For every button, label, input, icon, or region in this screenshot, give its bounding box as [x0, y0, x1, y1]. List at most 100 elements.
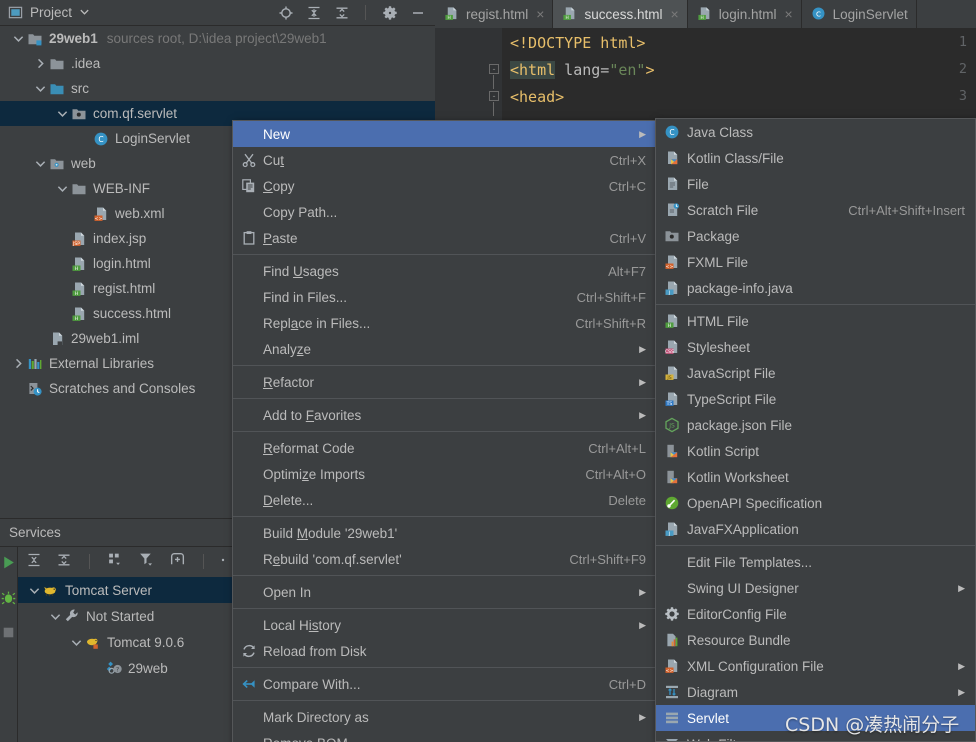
- menu-item-label: Copy: [263, 178, 295, 194]
- stop-icon[interactable]: [0, 624, 17, 644]
- services-tree-row[interactable]: Tomcat Server: [18, 577, 233, 603]
- locate-icon[interactable]: [278, 5, 293, 20]
- add-service-icon[interactable]: [169, 551, 186, 571]
- project-title-group[interactable]: Project: [8, 5, 90, 20]
- context-menu-item[interactable]: Copy Ctrl+C: [233, 173, 656, 199]
- chevron-down-icon[interactable]: [28, 584, 41, 597]
- context-menu-item[interactable]: Compare With... Ctrl+D: [233, 671, 656, 697]
- new-submenu-item[interactable]: <> FXML File: [656, 249, 975, 275]
- collapse-all-icon[interactable]: [334, 5, 349, 20]
- chevron-down-icon[interactable]: [34, 82, 47, 95]
- new-submenu-item[interactable]: Package: [656, 223, 975, 249]
- filter-icon[interactable]: [138, 551, 155, 571]
- context-menu-item[interactable]: Build Module '29web1': [233, 520, 656, 546]
- context-menu-item[interactable]: Cut Ctrl+X: [233, 147, 656, 173]
- project-tree-label: web.xml: [115, 206, 165, 221]
- new-submenu-item[interactable]: JS JavaScript File: [656, 360, 975, 386]
- new-submenu-item[interactable]: H HTML File: [656, 308, 975, 334]
- context-menu-item[interactable]: Delete... Delete: [233, 487, 656, 513]
- run-icon[interactable]: [0, 554, 17, 574]
- new-submenu-item[interactable]: <> XML Configuration File ▶: [656, 653, 975, 679]
- context-menu-item[interactable]: Find Usages Alt+F7: [233, 258, 656, 284]
- chevron-right-icon[interactable]: [34, 57, 47, 70]
- chevron-right-icon[interactable]: [12, 357, 25, 370]
- project-tree-row[interactable]: .idea: [0, 51, 435, 76]
- minimize-icon[interactable]: [410, 5, 425, 20]
- services-tree-row[interactable]: Tomcat 9.0.6: [18, 629, 233, 655]
- context-menu-item[interactable]: Open In ▶: [233, 579, 656, 605]
- chevron-down-icon[interactable]: [34, 157, 47, 170]
- expand-all-icon[interactable]: [306, 5, 321, 20]
- new-submenu-item[interactable]: Kotlin Class/File: [656, 145, 975, 171]
- project-context-menu[interactable]: New ▶ Cut Ctrl+X Copy Ctrl+C Copy Path... Paste…: [232, 120, 657, 742]
- collapse-all-icon[interactable]: [56, 552, 72, 571]
- svg-text:<>: <>: [666, 668, 674, 674]
- java-file-icon: J: [664, 521, 680, 537]
- services-toolbar-divider: [89, 553, 90, 569]
- chevron-down-icon[interactable]: [79, 5, 90, 20]
- context-menu-item[interactable]: Reformat Code Ctrl+Alt+L: [233, 435, 656, 461]
- new-submenu-item[interactable]: JS package.json File: [656, 412, 975, 438]
- context-menu-item[interactable]: Analyze ▶: [233, 336, 656, 362]
- close-icon[interactable]: ×: [671, 6, 679, 22]
- new-submenu-item[interactable]: Jpackage-info.java: [656, 275, 975, 301]
- no-arrow: [56, 232, 69, 245]
- context-menu-item[interactable]: Remove BOM: [233, 730, 656, 742]
- group-by-icon[interactable]: [107, 551, 124, 571]
- services-tree-row[interactable]: Not Started: [18, 603, 233, 629]
- editor-tab[interactable]: Hsuccess.html ×: [553, 0, 688, 28]
- expand-all-icon[interactable]: [26, 552, 42, 571]
- new-submenu-item[interactable]: TS TypeScript File: [656, 386, 975, 412]
- fold-marker-icon[interactable]: -: [489, 91, 499, 101]
- context-menu-item[interactable]: Copy Path...: [233, 199, 656, 225]
- context-menu-item[interactable]: Optimize Imports Ctrl+Alt+O: [233, 461, 656, 487]
- debug-icon[interactable]: [0, 589, 17, 609]
- new-submenu-item[interactable]: Swing UI Designer ▶: [656, 575, 975, 601]
- new-submenu-item[interactable]: Scratch File Ctrl+Alt+Shift+Insert: [656, 197, 975, 223]
- services-tree[interactable]: Tomcat Server Not Started Tomcat 9.0.6? 29w…: [18, 577, 233, 742]
- context-menu-item[interactable]: Replace in Files... Ctrl+Shift+R: [233, 310, 656, 336]
- chevron-down-icon[interactable]: [49, 610, 62, 623]
- close-icon[interactable]: ×: [536, 6, 544, 22]
- project-tree-row[interactable]: 29web1 sources root, D:\idea project\29we…: [0, 26, 435, 51]
- new-submenu-item[interactable]: Kotlin Script: [656, 438, 975, 464]
- fold-marker-icon[interactable]: -: [489, 64, 499, 74]
- new-submenu-item[interactable]: OpenAPI Specification: [656, 490, 975, 516]
- services-panel-header[interactable]: Services: [0, 519, 232, 547]
- editor-tab[interactable]: C LoginServlet: [802, 0, 917, 28]
- package-icon: [71, 106, 87, 122]
- context-menu-item[interactable]: Find in Files... Ctrl+Shift+F: [233, 284, 656, 310]
- new-submenu[interactable]: C Java Class Kotlin Class/File File Scratch …: [655, 118, 976, 742]
- context-menu-item[interactable]: Add to Favorites ▶: [233, 402, 656, 428]
- chevron-down-icon[interactable]: [12, 32, 25, 45]
- java-class-icon: C: [664, 124, 680, 140]
- context-menu-item[interactable]: Refactor ▶: [233, 369, 656, 395]
- editor-tab[interactable]: Hregist.html ×: [435, 0, 554, 28]
- context-menu-item[interactable]: New ▶: [233, 121, 656, 147]
- chevron-down-icon[interactable]: [70, 636, 83, 649]
- new-submenu-item[interactable]: Kotlin Worksheet: [656, 464, 975, 490]
- services-tree-row[interactable]: ? 29web: [18, 655, 233, 681]
- menu-item-label: Delete...: [263, 492, 314, 508]
- context-menu-item[interactable]: Paste Ctrl+V: [233, 225, 656, 251]
- new-submenu-item[interactable]: Resource Bundle: [656, 627, 975, 653]
- new-submenu-item[interactable]: CSS Stylesheet: [656, 334, 975, 360]
- new-submenu-item[interactable]: Diagram ▶: [656, 679, 975, 705]
- new-submenu-item[interactable]: C Java Class: [656, 119, 975, 145]
- context-menu-item[interactable]: Rebuild 'com.qf.servlet' Ctrl+Shift+F9: [233, 546, 656, 572]
- project-tree-row[interactable]: src: [0, 76, 435, 101]
- chevron-down-icon[interactable]: [56, 182, 69, 195]
- editor-tab[interactable]: Hlogin.html ×: [688, 0, 802, 28]
- close-icon[interactable]: ×: [784, 6, 792, 22]
- gear-icon[interactable]: [382, 5, 397, 20]
- new-submenu-item[interactable]: File: [656, 171, 975, 197]
- new-submenu-item[interactable]: J JavaFXApplication: [656, 516, 975, 542]
- new-submenu-item[interactable]: EditorConfig File: [656, 601, 975, 627]
- chevron-down-icon[interactable]: [56, 107, 69, 120]
- context-menu-item[interactable]: Local History ▶: [233, 612, 656, 638]
- line-number: 3: [958, 88, 967, 104]
- menu-item-label: package-info.java: [687, 280, 793, 296]
- new-submenu-item[interactable]: Edit File Templates...: [656, 549, 975, 575]
- context-menu-item[interactable]: Reload from Disk: [233, 638, 656, 664]
- context-menu-item[interactable]: Mark Directory as ▶: [233, 704, 656, 730]
